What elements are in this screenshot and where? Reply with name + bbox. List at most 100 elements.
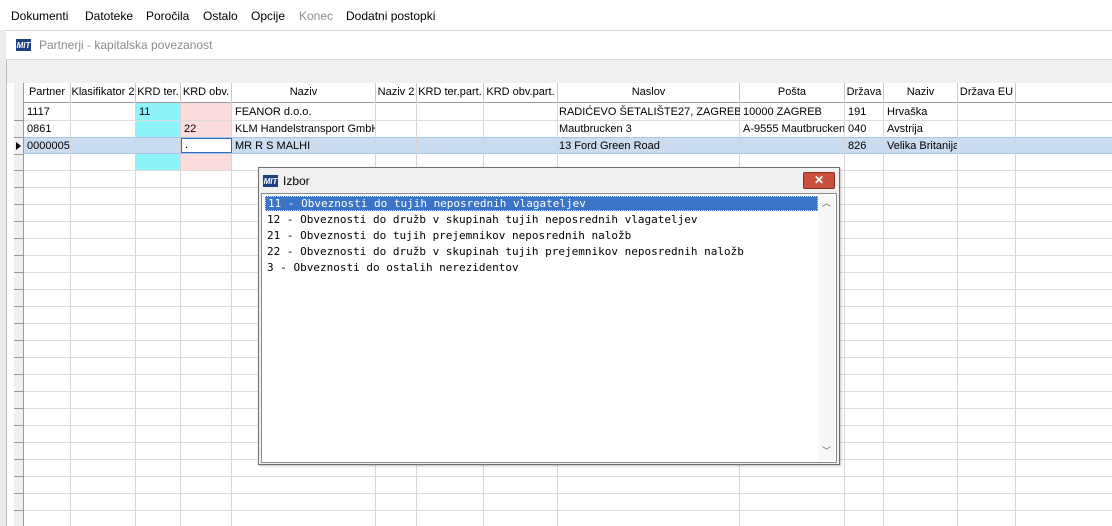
grid-line xyxy=(70,102,71,526)
dialog-title-bar[interactable]: MIT Izbor ✕ xyxy=(259,168,839,193)
mit-logo-icon: MIT xyxy=(16,39,31,51)
grid-line xyxy=(14,255,23,256)
menu-opcije[interactable]: Opcije xyxy=(251,9,285,23)
cell-naslov[interactable]: RADIĆEVO ŠETALIŠTE27, ZAGREB xyxy=(557,104,740,120)
grid-line xyxy=(14,493,23,494)
grid-line xyxy=(14,425,23,426)
grid-line xyxy=(14,391,23,392)
list-item[interactable]: 21 - Obveznosti do tujih prejemnikov nep… xyxy=(265,228,631,243)
cell-posta[interactable]: 10000 ZAGREB xyxy=(740,104,844,120)
cell-naziv[interactable]: FEANOR d.o.o. xyxy=(232,104,375,120)
menu-konec: Konec xyxy=(299,9,334,23)
cell-naziv[interactable]: MR R S MALHI xyxy=(232,138,375,154)
grid-line xyxy=(844,102,845,526)
cell-partner[interactable]: 0000005 xyxy=(24,138,70,154)
grid-line xyxy=(180,102,181,526)
menu-ostalo[interactable]: Ostalo xyxy=(203,9,238,23)
grid-line xyxy=(24,493,1112,494)
list-item[interactable]: 3 - Obveznosti do ostalih nerezidentov xyxy=(265,260,519,275)
grid-line xyxy=(14,459,23,460)
cell-naziv-drzave[interactable]: Hrvaška xyxy=(884,104,957,120)
grid-line xyxy=(14,137,23,138)
izbor-dialog: MIT Izbor ✕ 11 - Obveznosti do tujih nep… xyxy=(258,167,840,465)
svg-text:MIT: MIT xyxy=(17,41,31,50)
cell-naslov[interactable]: Mautbrucken 3 xyxy=(557,121,740,137)
column-header-partner[interactable]: Partner xyxy=(24,83,71,103)
column-header-krd-obv-part[interactable]: KRD obv.part. xyxy=(484,83,558,103)
menu-dokumenti[interactable]: Dokumenti xyxy=(11,9,68,23)
grid-line xyxy=(14,306,23,307)
column-header-drzava[interactable]: Država xyxy=(845,83,884,103)
cell-krd-obv[interactable]: 22 xyxy=(181,121,231,137)
column-header-klasifikator2[interactable]: Klasifikator 2 xyxy=(71,83,136,103)
menu-porocila[interactable]: Poročila xyxy=(146,9,189,23)
list-item[interactable]: 12 - Obveznosti do družb v skupinah tuji… xyxy=(265,212,697,227)
grid-line xyxy=(14,187,23,188)
grid-line xyxy=(14,238,23,239)
dialog-title: Izbor xyxy=(283,174,310,188)
grid-line xyxy=(14,340,23,341)
grid-line xyxy=(14,221,23,222)
grid-line xyxy=(14,476,23,477)
cell-naziv-drzave[interactable]: Avstrija xyxy=(884,121,957,137)
cell-naziv[interactable]: KLM Handelstransport GmbH xyxy=(232,121,375,137)
mit-logo-icon: MIT xyxy=(263,175,278,187)
grid-line xyxy=(14,170,23,171)
krd-obv-edit-field[interactable]: . xyxy=(181,138,232,153)
scroll-down-icon[interactable]: ﹀ xyxy=(822,447,831,456)
column-header-naziv[interactable]: Naziv xyxy=(232,83,376,103)
grid-line xyxy=(14,442,23,443)
cell-posta[interactable]: A-9555 Mautbrucken xyxy=(740,121,844,137)
grid-line xyxy=(14,510,23,511)
cell-naziv-drzave[interactable]: Velika Britanija xyxy=(884,138,957,154)
column-header-naziv2[interactable]: Naziv 2 xyxy=(376,83,417,103)
toolbar-area xyxy=(7,60,1112,83)
cell-naslov[interactable]: 13 Ford Green Road xyxy=(557,138,740,154)
svg-text:MIT: MIT xyxy=(264,177,278,186)
grid-line xyxy=(14,120,23,121)
grid-line xyxy=(24,476,1112,477)
cell-partner[interactable]: 0861 xyxy=(24,121,70,137)
grid-line xyxy=(14,289,23,290)
column-header-naziv-drzave[interactable]: Naziv xyxy=(884,83,958,103)
grid-line xyxy=(1015,102,1016,526)
grid-line xyxy=(14,154,23,155)
column-header-drzava-eu[interactable]: Država EU xyxy=(958,83,1016,103)
cell-drzava[interactable]: 826 xyxy=(845,138,883,154)
grid-line xyxy=(14,408,23,409)
column-header-naslov[interactable]: Naslov xyxy=(558,83,740,103)
list-scrollbar[interactable]: ︿ ﹀ xyxy=(818,195,835,461)
grid-line xyxy=(231,102,232,526)
scroll-up-icon[interactable]: ︿ xyxy=(822,199,831,208)
grid-line xyxy=(135,102,136,526)
list-item-selected[interactable]: 11 - Obveznosti do tujih neposrednih vla… xyxy=(265,196,818,211)
grid-line xyxy=(14,357,23,358)
cell-drzava[interactable]: 191 xyxy=(845,104,883,120)
grid-line xyxy=(957,102,958,526)
window-title: Partnerji - kapitalska povezanost xyxy=(39,38,213,52)
column-header-empty xyxy=(1016,83,1112,103)
close-icon: ✕ xyxy=(813,173,825,187)
menu-dodatni-postopki[interactable]: Dodatni postopki xyxy=(346,9,435,23)
column-header-krd-ter[interactable]: KRD ter. xyxy=(136,83,181,103)
cell-partner[interactable]: 1117 xyxy=(24,104,70,120)
grid-line xyxy=(14,374,23,375)
grid-line xyxy=(24,510,1112,511)
cell-drzava[interactable]: 040 xyxy=(845,121,883,137)
menu-bar: Dokumenti Datoteke Poročila Ostalo Opcij… xyxy=(0,0,1112,31)
cell-krd-ter[interactable]: 11 xyxy=(136,104,180,120)
mdi-left-edge xyxy=(0,30,7,526)
menu-datoteke[interactable]: Datoteke xyxy=(85,9,133,23)
column-header-posta[interactable]: Pošta xyxy=(740,83,845,103)
column-header-krd-ter-part[interactable]: KRD ter.part. xyxy=(417,83,484,103)
grid-line xyxy=(14,204,23,205)
list-item[interactable]: 22 - Obveznosti do družb v skupinah tuji… xyxy=(265,244,744,259)
window-title-bar: MIT Partnerji - kapitalska povezanost xyxy=(6,31,1112,60)
column-header-krd-obv[interactable]: KRD obv. xyxy=(181,83,232,103)
grid-line xyxy=(14,272,23,273)
krd-ter-highlight-new xyxy=(136,154,181,170)
close-button[interactable]: ✕ xyxy=(803,172,835,189)
grid-line xyxy=(14,323,23,324)
grid-line xyxy=(883,102,884,526)
choice-list[interactable]: 11 - Obveznosti do tujih neposrednih vla… xyxy=(261,193,837,463)
